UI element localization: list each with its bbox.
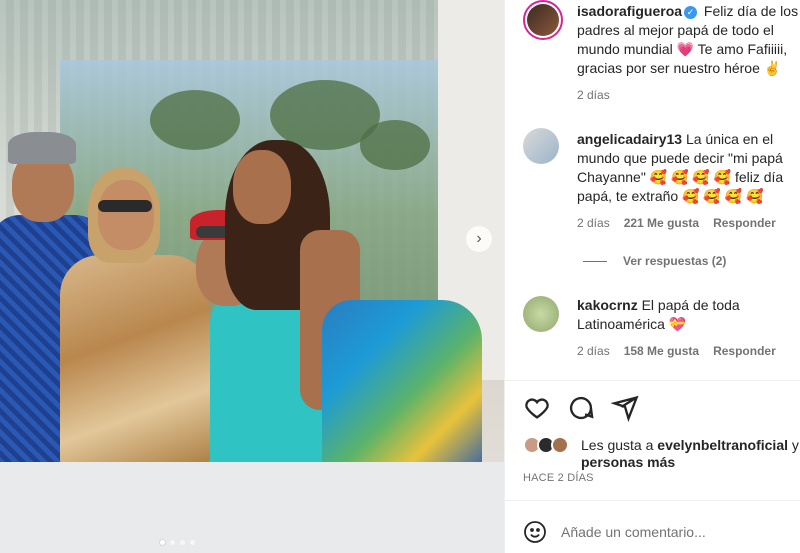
palm-tree-1 xyxy=(150,90,240,150)
avatar xyxy=(551,436,569,454)
post-photo[interactable]: › xyxy=(0,0,504,553)
comment-time: 2 días xyxy=(577,216,610,230)
comment-time: 2 días xyxy=(577,88,610,102)
comment-likes[interactable]: 221 Me gusta xyxy=(624,216,699,230)
view-replies-button[interactable]: Ver respuestas (2) xyxy=(583,254,726,268)
avatar[interactable] xyxy=(523,296,559,332)
add-comment-bar: Añade un comentario... xyxy=(523,520,706,544)
comment-meta: 2 días 221 Me gusta Responder xyxy=(577,216,776,230)
comment-username[interactable]: angelicadairy13 xyxy=(577,131,682,147)
smiley-icon[interactable] xyxy=(523,520,547,544)
carousel-indicator xyxy=(160,540,195,545)
comment-time: 2 días xyxy=(577,344,610,358)
comment-bubble-icon[interactable] xyxy=(567,394,595,422)
likes-user[interactable]: evelynbeltranoficial xyxy=(657,437,788,453)
avatar[interactable] xyxy=(523,128,559,164)
comment-item: angelicadairy13 La única en el mundo que… xyxy=(523,128,800,238)
comment-text: kakocrnz El papá de toda Latinoamérica 💝 xyxy=(577,296,800,334)
divider xyxy=(505,380,800,381)
likes-suffix: y xyxy=(788,437,799,453)
view-replies-label: Ver respuestas (2) xyxy=(623,254,727,268)
comment-meta: 2 días xyxy=(577,88,610,102)
post-date: HACE 2 DÍAS xyxy=(523,472,594,484)
comments-panel: isadorafigueroa ✓ Feliz día de los padres… xyxy=(504,0,800,553)
reply-button[interactable]: Responder xyxy=(713,344,776,358)
carousel-dot xyxy=(190,540,195,545)
likes-others-button[interactable]: personas más xyxy=(581,454,675,470)
comment-username[interactable]: kakocrnz xyxy=(577,297,638,313)
divider xyxy=(583,260,607,262)
verified-badge-icon: ✓ xyxy=(684,6,698,19)
reply-button[interactable]: Responder xyxy=(713,216,776,230)
carousel-dot xyxy=(180,540,185,545)
comment-text: angelicadairy13 La única en el mundo que… xyxy=(577,130,800,206)
likes-text: Les gusta a evelynbeltranoficial y xyxy=(581,436,800,455)
caption-comment: isadorafigueroa ✓ Feliz día de los padres… xyxy=(523,0,800,110)
carousel-dot-active xyxy=(160,540,165,545)
heart-icon[interactable] xyxy=(523,394,551,422)
send-icon[interactable] xyxy=(611,394,639,422)
carousel-dot xyxy=(170,540,175,545)
comment-input[interactable]: Añade un comentario... xyxy=(561,524,706,540)
avatar[interactable] xyxy=(523,0,563,40)
divider xyxy=(505,500,800,501)
caption-text: isadorafigueroa ✓ Feliz día de los padres… xyxy=(577,2,800,78)
comment-item: kakocrnz El papá de toda Latinoamérica 💝… xyxy=(523,296,800,366)
chevron-right-icon[interactable]: › xyxy=(466,226,492,252)
table-surface xyxy=(0,462,504,553)
comment-username[interactable]: isadorafigueroa xyxy=(577,3,682,19)
likes-prefix: Les gusta a xyxy=(581,437,658,453)
comment-likes[interactable]: 158 Me gusta xyxy=(624,344,699,358)
palm-tree-3 xyxy=(360,120,430,170)
comment-meta: 2 días 158 Me gusta Responder xyxy=(577,344,776,358)
action-bar xyxy=(523,394,639,422)
